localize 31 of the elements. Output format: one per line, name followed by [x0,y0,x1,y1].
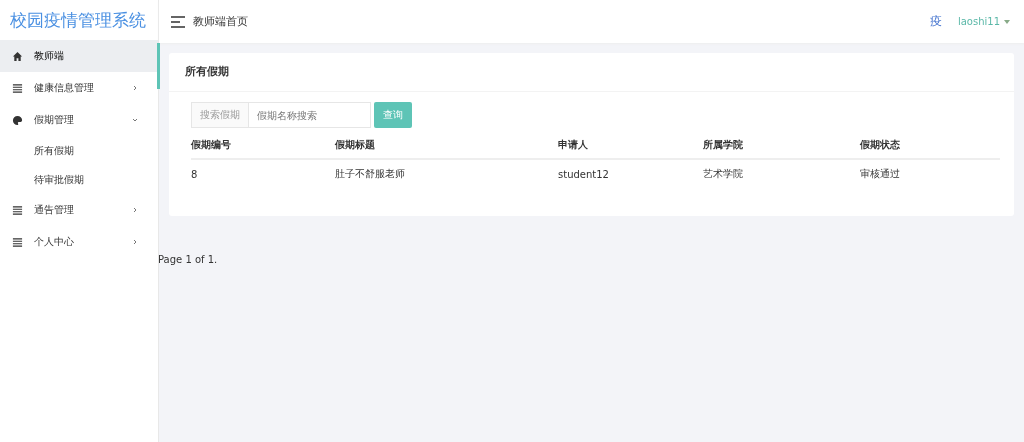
table-cell: 艺术学院 [703,159,860,188]
pagination-text: Page 1 of 1. [158,253,219,265]
column-header: 假期编号 [191,132,335,159]
sidebar-item[interactable]: 健康信息管理 [0,72,158,104]
list-icon [12,204,23,216]
table-cell: 8 [191,159,335,188]
column-header: 假期标题 [335,132,558,159]
brand-title: 校园疫情管理系统 [9,9,147,32]
avatar[interactable]: 疫 [929,13,942,30]
sidebar-item[interactable]: 假期管理 [0,104,158,136]
caret-icon [1004,19,1010,24]
table-cell: student12 [558,159,703,188]
home-icon [12,50,23,62]
column-header: 申请人 [558,132,703,159]
page-title: 教师端首页 [193,14,248,29]
table-cell: 审核通过 [860,159,1000,188]
search-label: 搜索假期 [191,102,249,128]
sidebar-item[interactable]: 通告管理 [0,194,158,226]
submenu-item[interactable]: 待审批假期 [0,165,158,194]
search-field[interactable]: 假期名称搜索 [249,102,371,128]
column-header: 所属学院 [703,132,860,159]
card-title: 所有假期 [169,53,1014,92]
list-icon [12,82,23,94]
table-cell: 肚子不舒服老师 [335,159,558,188]
sidebar-item[interactable]: 个人中心 [0,226,158,258]
submenu-item[interactable]: 所有假期 [0,136,158,165]
palette-icon [12,114,23,126]
menu-icon[interactable] [171,15,185,28]
sidebar-item[interactable]: 教师端 [0,40,158,72]
list-icon [12,236,23,248]
column-header: 假期状态 [860,132,1000,159]
